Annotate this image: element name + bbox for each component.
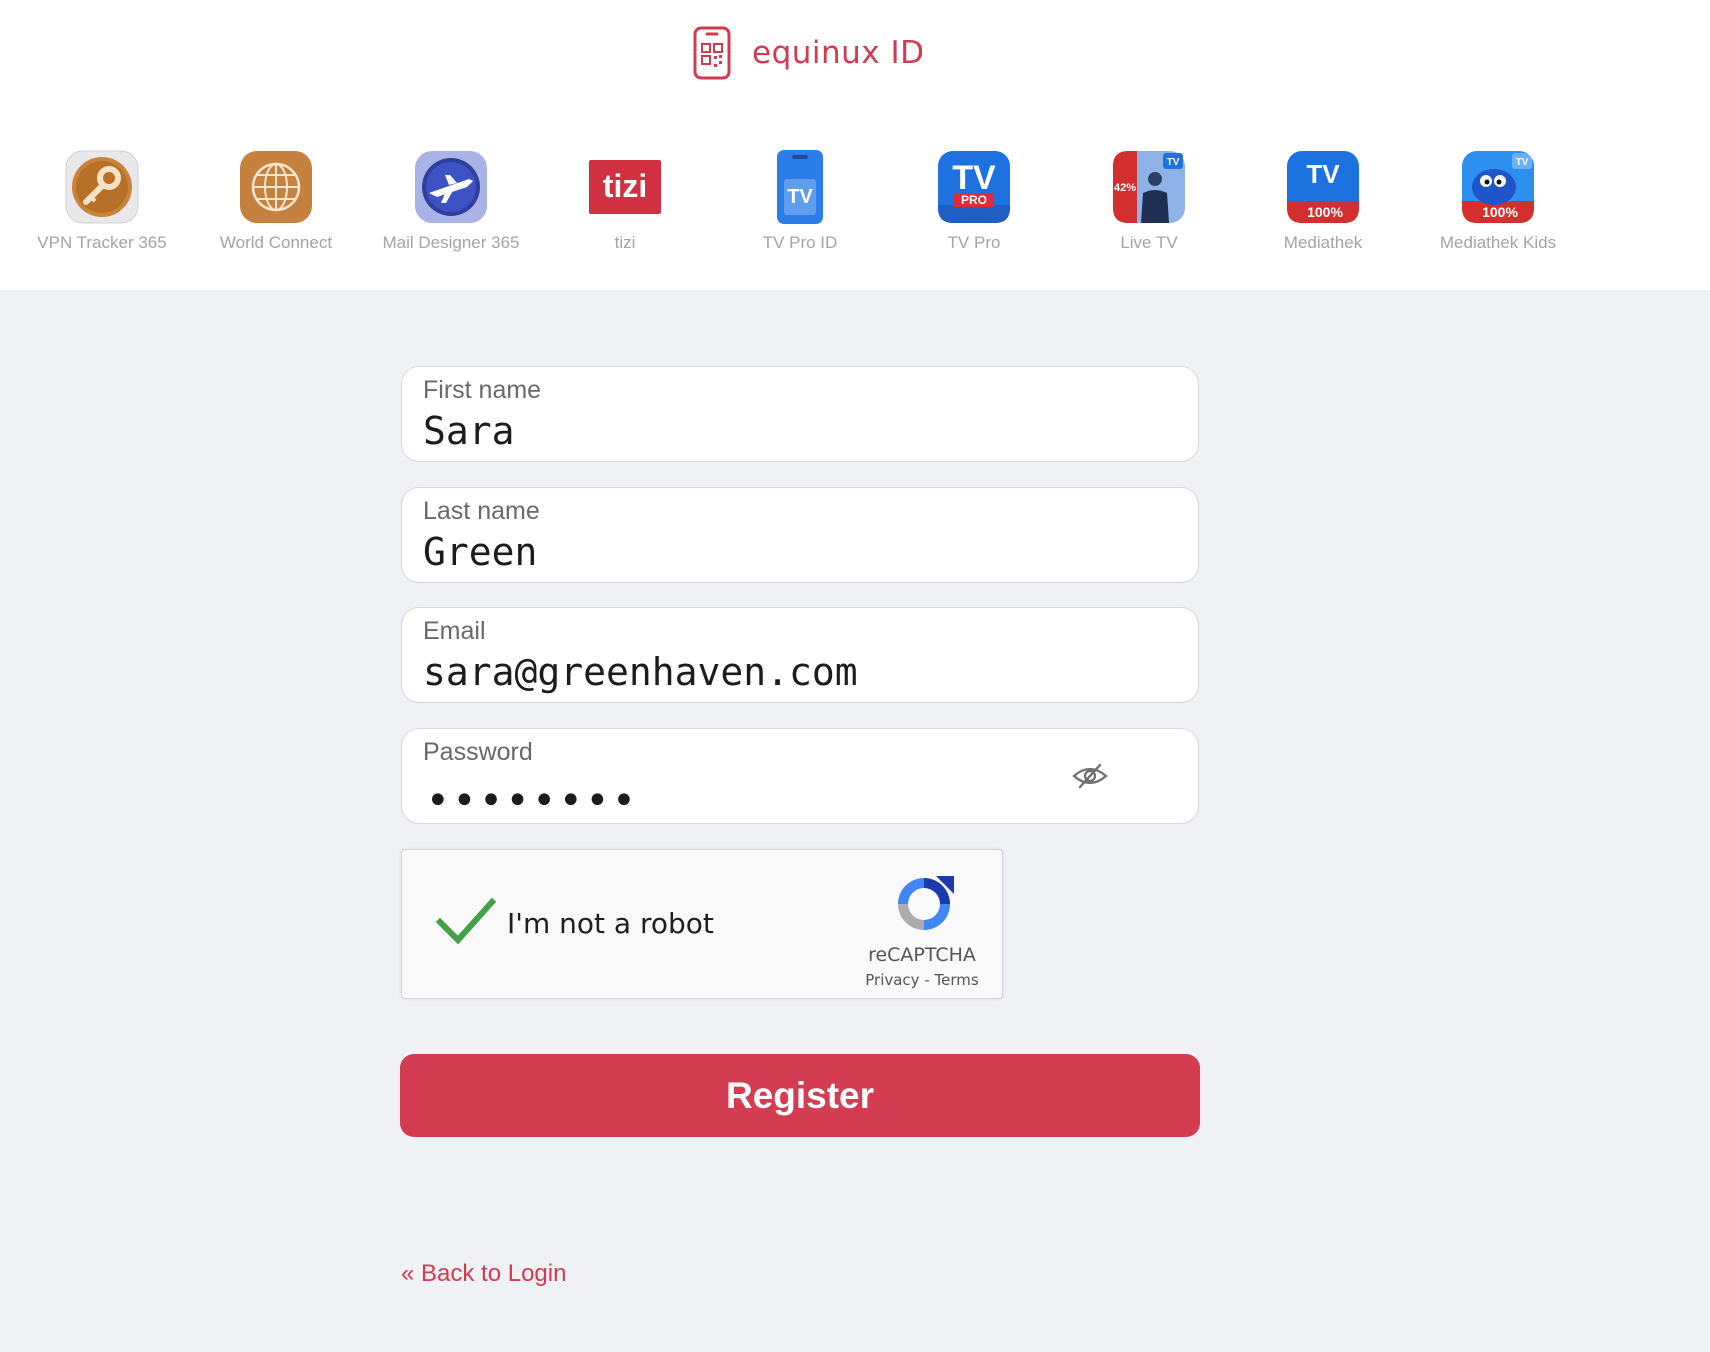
app-label: tizi xyxy=(614,233,636,252)
app-tv-pro-id[interactable]: TV TV Pro ID xyxy=(715,149,885,253)
app-label: World Connect xyxy=(219,233,333,252)
app-label: Live TV xyxy=(1120,233,1178,252)
links-separator: - xyxy=(924,971,930,989)
mediathek-icon: TV 100% xyxy=(1287,151,1359,223)
svg-text:tizi: tizi xyxy=(603,168,647,204)
privacy-link[interactable]: Privacy xyxy=(865,971,919,989)
app-label: Mail Designer 365 xyxy=(382,233,520,252)
phone-tv-icon: TV xyxy=(777,150,823,224)
app-label: VPN Tracker 365 xyxy=(37,233,167,252)
app-list: VPN Tracker 365 World Connect Mail Desig… xyxy=(0,149,1710,259)
svg-text:TV: TV xyxy=(1516,157,1529,168)
svg-text:100%: 100% xyxy=(1482,204,1518,220)
app-vpn-tracker-365[interactable]: VPN Tracker 365 xyxy=(17,149,187,253)
last-name-field[interactable]: Last name xyxy=(401,487,1199,583)
eye-slash-icon[interactable] xyxy=(1072,763,1108,789)
recaptcha-label: I'm not a robot xyxy=(507,907,714,940)
email-field[interactable]: Email xyxy=(401,607,1199,703)
app-tizi[interactable]: tizi tizi xyxy=(540,149,710,253)
terms-link[interactable]: Terms xyxy=(935,971,979,989)
live-tv-icon: 42% TV xyxy=(1113,151,1185,223)
recaptcha-links: Privacy - Terms xyxy=(822,971,1022,989)
email-label: Email xyxy=(423,617,486,645)
app-live-tv[interactable]: 42% TV Live TV xyxy=(1064,149,1234,253)
email-input[interactable] xyxy=(423,650,1123,694)
first-name-label: First name xyxy=(423,376,542,404)
first-name-input[interactable] xyxy=(423,409,1123,453)
brand-name: equinux ID xyxy=(752,35,925,71)
svg-text:TV: TV xyxy=(1167,157,1180,168)
last-name-label: Last name xyxy=(423,497,540,525)
back-to-login-link[interactable]: « Back to Login xyxy=(401,1260,566,1288)
app-label: Mediathek Kids xyxy=(1439,233,1557,252)
checkmark-icon[interactable] xyxy=(436,896,496,946)
app-label: Mediathek xyxy=(1283,233,1363,252)
app-label: TV Pro xyxy=(947,233,1001,252)
phone-qr-icon xyxy=(693,26,731,80)
airplane-icon xyxy=(415,151,487,223)
brand: equinux ID xyxy=(692,26,925,80)
app-mediathek[interactable]: TV 100% Mediathek xyxy=(1238,149,1408,253)
tv-pro-icon: TV PRO xyxy=(938,151,1010,223)
app-world-connect[interactable]: World Connect xyxy=(191,149,361,253)
app-tv-pro[interactable]: TV PRO TV Pro xyxy=(889,149,1059,253)
app-mail-designer-365[interactable]: Mail Designer 365 xyxy=(366,149,536,253)
key-icon xyxy=(65,150,139,224)
app-label: TV Pro ID xyxy=(762,233,838,252)
last-name-input[interactable] xyxy=(423,530,1123,574)
register-button[interactable]: Register xyxy=(400,1054,1200,1137)
password-input[interactable]: •••••••• xyxy=(426,781,639,821)
password-label: Password xyxy=(423,738,533,766)
svg-text:TV: TV xyxy=(1306,159,1340,189)
recaptcha-brand: reCAPTCHA xyxy=(868,944,976,966)
first-name-field[interactable]: First name xyxy=(401,366,1199,462)
globe-icon xyxy=(240,151,312,223)
recaptcha-logo-icon xyxy=(898,876,954,930)
svg-text:TV: TV xyxy=(787,186,813,208)
recaptcha-widget: I'm not a robot reCAPTCHA Privacy - Term… xyxy=(401,849,1003,999)
svg-text:100%: 100% xyxy=(1307,204,1343,220)
mediathek-kids-icon: TV 100% xyxy=(1462,151,1534,223)
tizi-logo-icon: tizi xyxy=(589,160,661,214)
password-field[interactable]: Password •••••••• xyxy=(401,728,1199,824)
svg-text:PRO: PRO xyxy=(961,193,987,207)
app-mediathek-kids[interactable]: TV 100% Mediathek Kids xyxy=(1413,149,1583,253)
svg-text:TV: TV xyxy=(952,159,996,197)
svg-text:42%: 42% xyxy=(1114,182,1136,194)
header: equinux ID VPN Tracker 365 World Connect… xyxy=(0,0,1710,290)
